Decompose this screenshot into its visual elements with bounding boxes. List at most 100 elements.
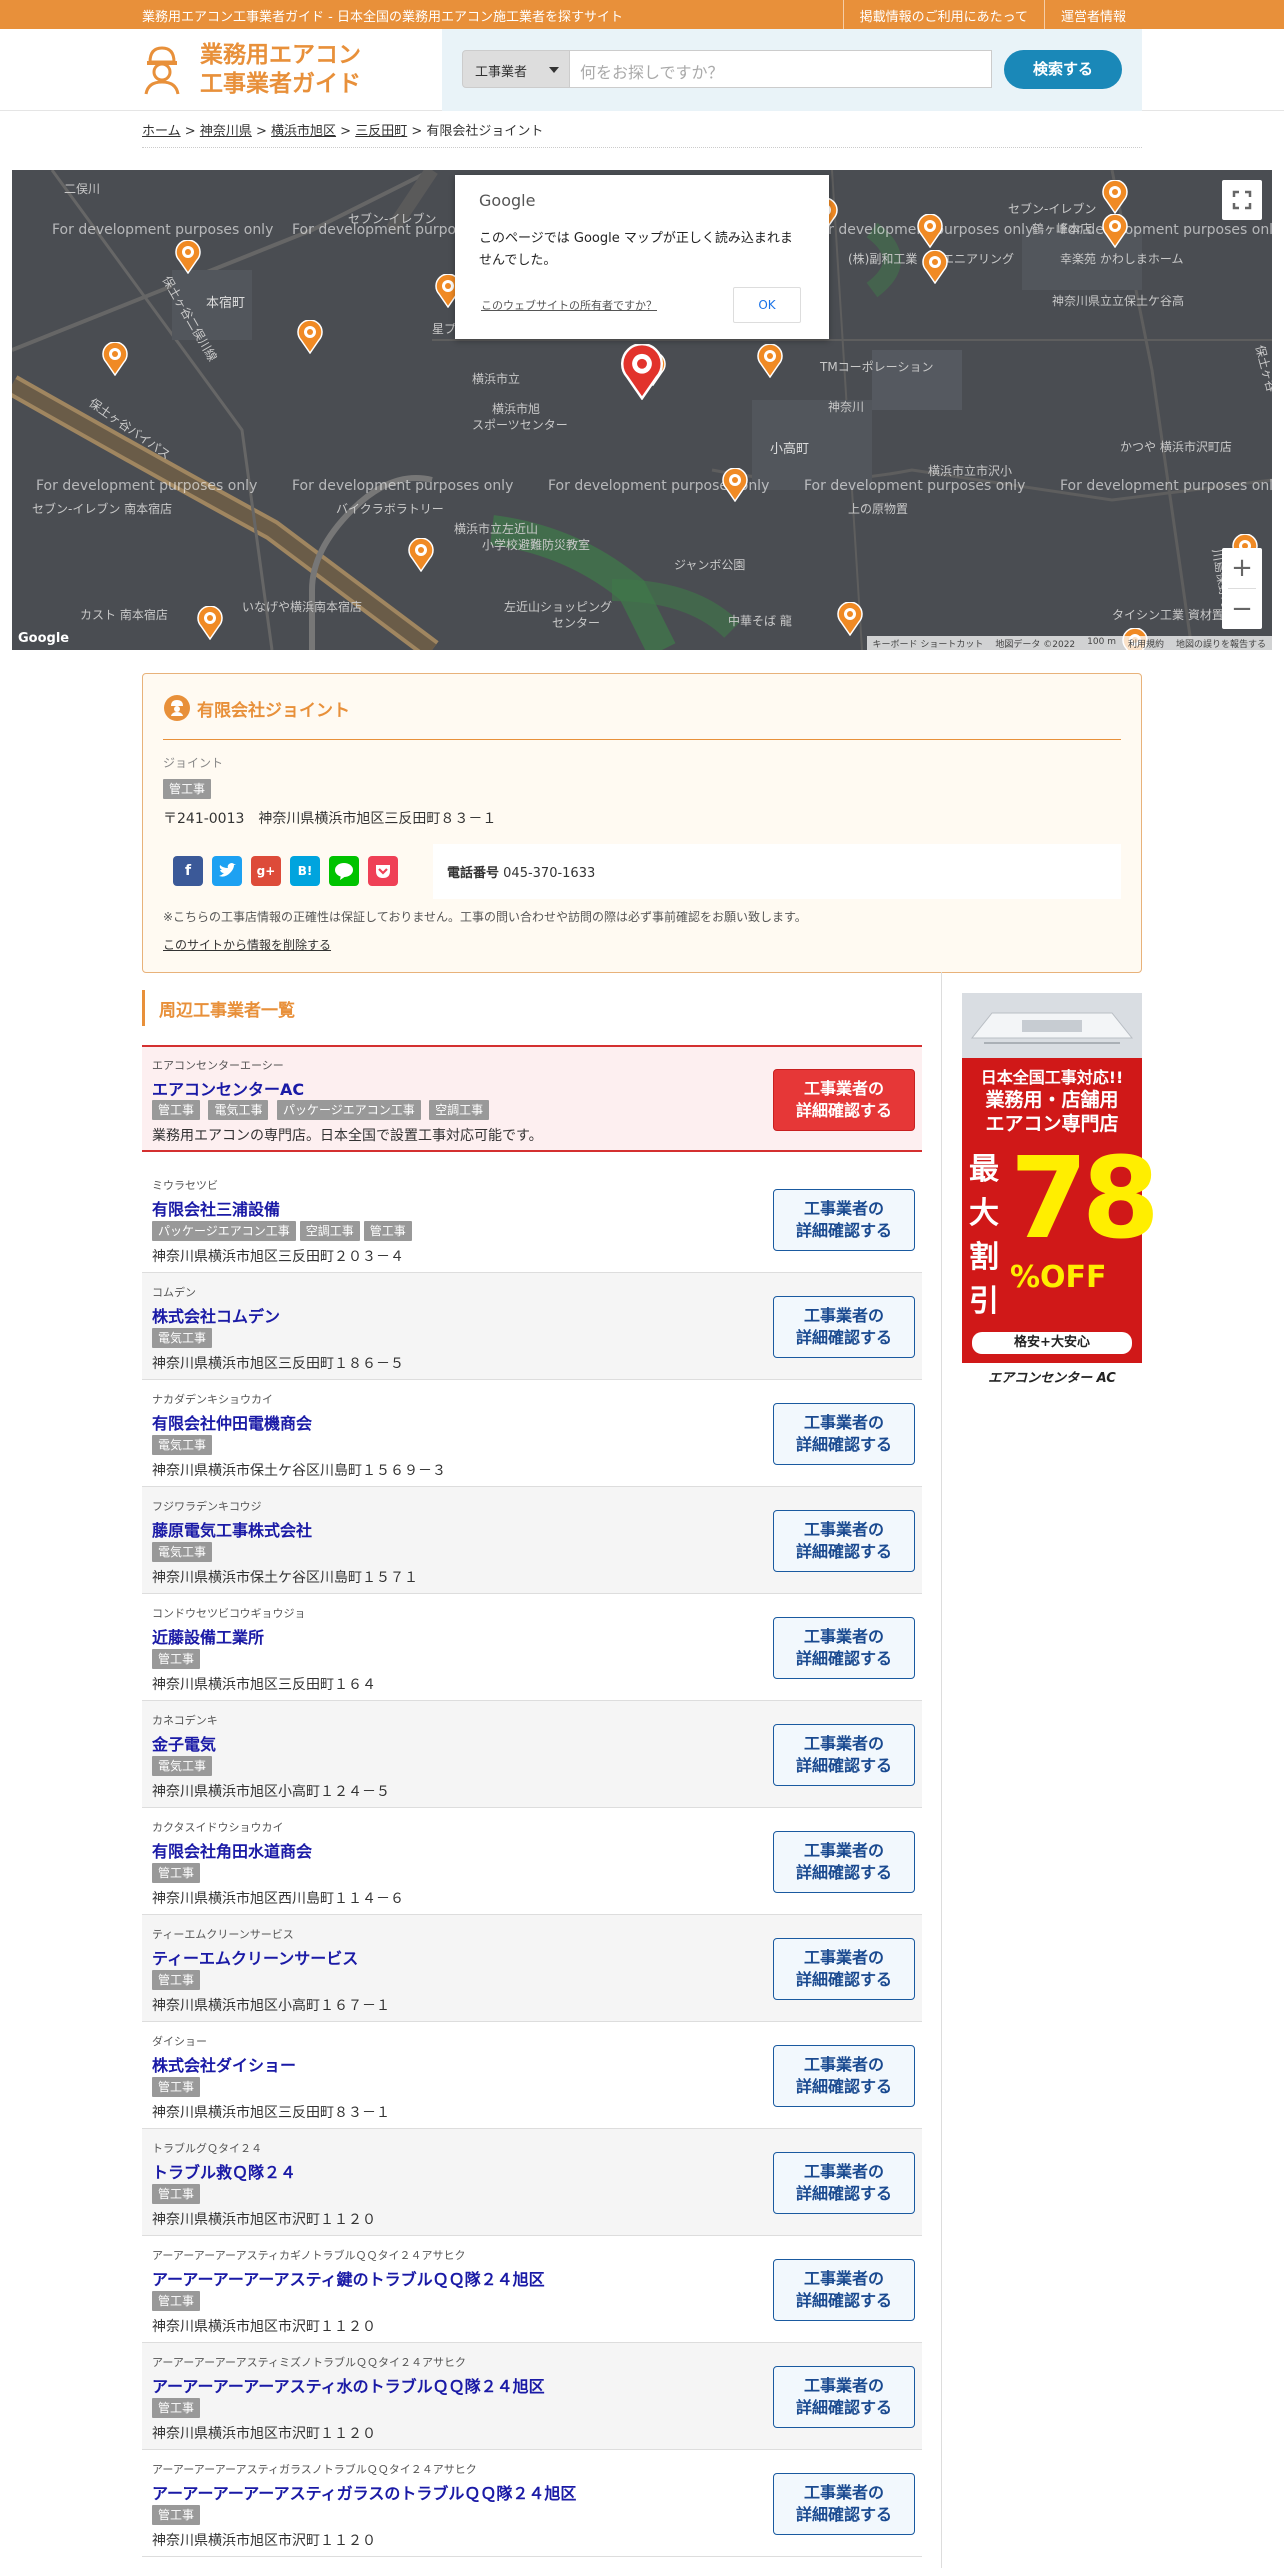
breadcrumb-prefecture[interactable]: 神奈川県 [200,124,252,139]
listing-name[interactable]: トラブル救Ｑ隊２４ [152,2159,296,2183]
detail-button[interactable]: 工事業者の 詳細確認する [773,1403,915,1465]
map-pin-icon[interactable] [1102,180,1128,214]
breadcrumb-home[interactable]: ホーム [142,124,181,139]
map-data-credit: 地図データ ©2022 [995,640,1076,650]
listing-name[interactable]: 近藤設備工業所 [152,1624,264,1648]
search-category-value: 工事業者 [475,65,528,80]
dialog-owner-link[interactable]: このウェブサイトの所有者ですか？ [481,297,657,313]
business-kana: ジョイント [163,756,224,770]
googleplus-icon[interactable]: g+ [251,856,281,886]
listing-name[interactable]: 有限会社角田水道商会 [152,1838,312,1862]
dialog-ok-button[interactable]: OK [733,287,801,323]
facebook-icon[interactable]: f [173,856,203,886]
detail-button[interactable]: 工事業者の 詳細確認する [773,1189,915,1251]
pocket-icon[interactable] [368,856,398,886]
map-label: エニアリング [942,252,1015,266]
site-tagline: 業務用エアコン工事業者ガイド - 日本全国の業務用エアコン施工業者を探すサイト [142,10,623,25]
twitter-icon[interactable] [212,856,242,886]
map-pin-icon[interactable] [722,468,748,502]
listing-kana: フジワラデンキコウジ [152,1500,262,1513]
map-pin-icon[interactable] [917,214,943,248]
aircon-unit-icon [970,1012,1134,1044]
map-pin-icon[interactable] [408,538,434,572]
breadcrumb: ホーム > 神奈川県 > 横浜市旭区 > 三反田町 > 有限会社ジョイント [142,120,543,139]
listing-name[interactable]: 株式会社コムデン [152,1303,280,1327]
hatena-icon[interactable]: B! [290,856,320,886]
detail-button[interactable]: 工事業者の詳細確認する [773,1296,915,1358]
listing-name[interactable]: アーアーアーアーアスティ鍵のトラブルＱＱ隊２４旭区 [152,2266,545,2290]
breadcrumb-city[interactable]: 横浜市旭区 [271,124,336,139]
breadcrumb-separator: > [411,124,423,139]
listing-kana: コンドウセツビコウギョウジョ [152,1607,306,1620]
listing-tags: 電気工事 [152,1756,216,1776]
map-pin-icon[interactable] [297,320,323,354]
listing-name[interactable]: 株式会社ダイショー [152,2052,296,2076]
detail-button[interactable]: 工事業者の 詳細確認する [773,1938,915,2000]
listing-kana: エアコンセンターエーシー [152,1059,284,1072]
map-pin-icon[interactable] [102,342,128,376]
search-button[interactable]: 検索する [1004,50,1122,89]
report-error-link[interactable]: 地図の誤りを報告する [1170,636,1272,650]
google-logo[interactable]: Google [18,631,69,646]
breadcrumb-town[interactable]: 三反田町 [355,124,407,139]
usage-notice-link[interactable]: 掲載情報のご利用にあたって [842,0,1044,29]
line-icon[interactable] [329,856,359,886]
search-category-select[interactable]: 工事業者 [462,50,570,88]
map-label: TMコーポレーション [820,360,934,374]
ad-banner[interactable]: 日本全国工事対応!! 業務用・店舗用 エアコン専門店 最大割引 78 %OFF … [962,993,1160,1391]
detail-button[interactable]: 工事業者の 詳細確認する [773,1724,915,1786]
detail-button[interactable]: 工事業者の 詳細確認する [773,1510,915,1572]
site-logo[interactable]: 業務用エアコン 工事業者ガイド [142,41,361,99]
search-input[interactable]: 何をお探しですか？ [570,50,992,88]
zoom-in-button[interactable]: + [1222,548,1262,588]
map-pin-icon[interactable] [175,240,201,274]
detail-button[interactable]: 工事業者の 詳細確認する [773,2366,915,2428]
map-pin-icon[interactable] [197,606,223,640]
category-tag: 管工事 [152,2291,201,2311]
map-pin-icon[interactable] [757,344,783,378]
list-item: アーアーアーアーアスティカギノトラブルＱＱタイ２４アサヒク アーアーアーアーアステ… [142,2236,922,2343]
listing-name[interactable]: 藤原電気工事株式会社 [152,1517,312,1541]
terms-link[interactable]: 利用規約 [1122,636,1170,650]
map-scale[interactable]: 100 m [1081,636,1122,650]
map-pin-icon[interactable] [837,602,863,636]
detail-button-line-1: 工事業者の [803,1306,884,1325]
detail-button[interactable]: 工事業者の 詳細確認する [773,2259,915,2321]
detail-button[interactable]: 工事業者の 詳細確認する [773,2045,915,2107]
category-tag: パッケージエアコン工事 [152,1221,296,1241]
delete-info-link[interactable]: このサイトから情報を削除する [163,936,331,953]
detail-button-line-2: 詳細確認する [795,1756,892,1775]
detail-button[interactable]: 工事業者の 詳細確認する [773,1069,915,1131]
map-label: 二俣川 [64,182,101,196]
category-tag: 管工事 [152,1970,201,1990]
category-tag: 管工事 [152,1649,201,1669]
map-pin-icon[interactable] [922,250,948,284]
map-label: 神奈川県立立保土ケ谷高 [1052,294,1185,308]
phone-box: 電話番号 045-370-1633 [433,844,1121,899]
detail-button-line-1: 工事業者の [803,1079,884,1098]
listing-name[interactable]: アーアーアーアーアスティ水のトラブルＱＱ隊２４旭区 [152,2373,545,2397]
detail-button[interactable]: 工事業者の 詳細確認する [773,2473,915,2535]
map-pin-icon[interactable] [1102,214,1128,248]
detail-button[interactable]: 工事業者の 詳細確認する [773,2152,915,2214]
listing-name[interactable]: アーアーアーアーアスティガラスのトラブルＱＱ隊２４旭区 [152,2480,576,2504]
map-label: 鶴ヶ峰本店 [1032,222,1093,236]
current-location-pin-icon[interactable] [620,344,664,400]
detail-button[interactable]: 工事業者の 詳細確認する [773,1617,915,1679]
detail-button[interactable]: 工事業者の 詳細確認する [773,1831,915,1893]
phone-number[interactable]: 045-370-1633 [503,866,595,881]
map-label: セブン-イレブン [1008,202,1097,216]
business-name: 有限会社ジョイント [197,700,350,721]
keyboard-shortcuts-link[interactable]: キーボード ショートカット [867,636,990,650]
detail-button-line-2: 詳細確認する [795,1328,892,1347]
map-label: 横浜市立 [472,372,521,386]
listing-name[interactable]: 有限会社三浦設備 [152,1196,280,1220]
map[interactable]: For development purposes only For develo… [12,170,1272,650]
operator-info-link[interactable]: 運営者情報 [1043,0,1142,29]
listing-name[interactable]: エアコンセンターAC [152,1076,304,1100]
zoom-out-button[interactable]: − [1222,589,1262,629]
listing-name[interactable]: 金子電気 [152,1731,216,1755]
fullscreen-button[interactable] [1222,180,1262,220]
listing-name[interactable]: ティーエムクリーンサービス [152,1945,358,1969]
listing-name[interactable]: 有限会社仲田電機商会 [152,1410,312,1434]
